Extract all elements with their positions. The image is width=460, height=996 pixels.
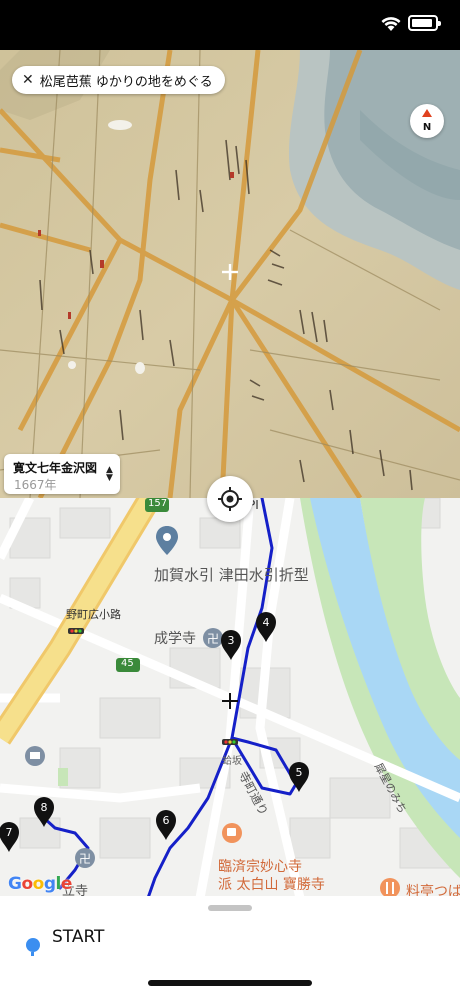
restaurant-icon[interactable] bbox=[380, 878, 400, 898]
tour-marker-4[interactable]: 4 bbox=[256, 612, 276, 642]
start-location-icon bbox=[26, 938, 40, 956]
google-logo: Google bbox=[8, 874, 72, 894]
bottom-sheet[interactable]: START bbox=[0, 896, 460, 996]
battery-icon bbox=[408, 15, 441, 31]
label-rinzai-1: 臨済宗妙心寺 bbox=[218, 859, 302, 875]
traffic-light-icon-1 bbox=[68, 628, 84, 634]
label-nomachi: 野町広小路 bbox=[66, 608, 121, 621]
historical-map-canvas bbox=[0, 50, 460, 498]
tour-title-chip[interactable]: ✕ 松尾芭蕉 ゆかりの地をめぐる bbox=[12, 66, 225, 94]
tour-marker-label: 4 bbox=[263, 616, 270, 629]
svg-text:卍: 卍 bbox=[207, 632, 219, 646]
tour-title: 松尾芭蕉 ゆかりの地をめぐる bbox=[39, 74, 213, 90]
historical-map[interactable]: ✕ 松尾芭蕉 ゆかりの地をめぐる N 寛文七年金沢図 1667年 ▲ ▼ bbox=[0, 50, 460, 498]
tour-marker-label: 3 bbox=[228, 634, 235, 647]
svg-text:卍: 卍 bbox=[79, 852, 91, 866]
crosshair-target-icon bbox=[218, 487, 242, 511]
close-icon[interactable]: ✕ bbox=[22, 72, 34, 88]
north-arrow-icon: N bbox=[422, 109, 432, 133]
chevron-up-down-icon: ▲ ▼ bbox=[106, 465, 113, 483]
label-kaga-mizuhiki: 加賀水引 津田水引折型 bbox=[154, 566, 309, 584]
traffic-light-icon-2 bbox=[222, 739, 238, 745]
status-bar bbox=[0, 0, 460, 50]
label-hamaguri-zaka: 蛤坂 bbox=[222, 756, 242, 767]
tour-marker-label: 5 bbox=[296, 766, 303, 779]
wifi-icon bbox=[381, 17, 401, 31]
cafe-icon[interactable] bbox=[222, 823, 242, 843]
tour-marker-label: 6 bbox=[163, 814, 170, 827]
compass-button[interactable]: N bbox=[410, 104, 444, 138]
tour-marker-label: 7 bbox=[6, 826, 13, 839]
modern-map[interactable]: 卍 卍 3 4 5 6 7 8 157 45 加賀水引 津田水引折型 野町広小路… bbox=[0, 498, 460, 898]
home-indicator bbox=[148, 980, 312, 986]
tour-marker-7[interactable]: 7 bbox=[0, 822, 19, 852]
tour-marker-5[interactable]: 5 bbox=[289, 762, 309, 792]
app-screen: ✕ 松尾芭蕉 ゆかりの地をめぐる N 寛文七年金沢図 1667年 ▲ ▼ 卍 卍… bbox=[0, 0, 460, 996]
temple-icon-gakuritsu[interactable]: 卍 bbox=[75, 848, 95, 868]
sheet-drag-handle[interactable] bbox=[208, 905, 252, 911]
label-seigakuji: 成学寺 bbox=[154, 631, 196, 647]
map-selector-name: 寛文七年金沢図 bbox=[13, 461, 98, 475]
road-number-157: 157 bbox=[148, 498, 168, 509]
tour-marker-6[interactable]: 6 bbox=[156, 810, 176, 840]
compass-label: N bbox=[423, 122, 431, 133]
label-rinzai-2: 派 太白山 寶勝寺 bbox=[218, 877, 325, 893]
map-selector[interactable]: 寛文七年金沢図 1667年 ▲ ▼ bbox=[4, 454, 120, 494]
tour-marker-label: 8 bbox=[41, 801, 48, 814]
my-location-button[interactable] bbox=[207, 476, 253, 522]
temple-icon-seigaku[interactable]: 卍 bbox=[203, 628, 223, 648]
modern-map-canvas: 卍 卍 345678 bbox=[0, 498, 460, 898]
post-office-icon[interactable] bbox=[25, 746, 45, 766]
map-selector-year: 1667年 bbox=[14, 478, 57, 492]
road-number-45: 45 bbox=[121, 658, 134, 669]
poi-pin-kaga[interactable] bbox=[156, 526, 178, 555]
start-label[interactable]: START bbox=[52, 927, 104, 947]
